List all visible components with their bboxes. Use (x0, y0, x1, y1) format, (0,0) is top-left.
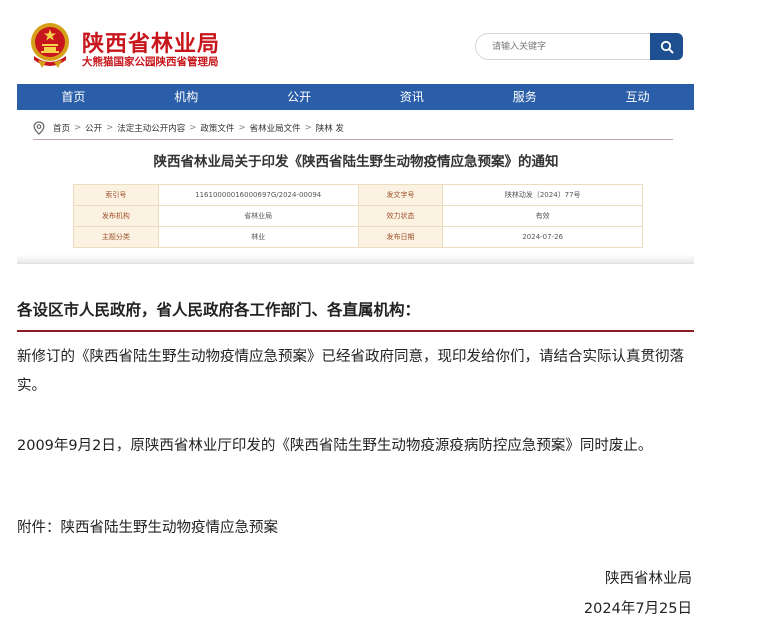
meta-value-doc-number: 陕林动发〔2024〕77号 (442, 184, 643, 206)
breadcrumb-statutory[interactable]: 法定主动公开内容 (117, 122, 185, 134)
search-input[interactable] (475, 33, 650, 60)
document-paragraph: 2009年9月2日，原陕西省林业厅印发的《陕西省陆生野生动物疫源疫病防控应急预案… (17, 438, 653, 454)
table-row: 主题分类 林业 发布日期 2024-07-26 (73, 226, 643, 248)
meta-value-date: 2024-07-26 (442, 226, 643, 248)
nav-item-home[interactable]: 首页 (17, 84, 130, 110)
site-subtitle: 大熊猫国家公园陕西省管理局 (82, 56, 219, 68)
search-icon (660, 40, 673, 53)
panel-divider (17, 254, 694, 264)
meta-value-index: 11610000016000697G/2024-00094 (157, 184, 359, 206)
document-title: 陕西省林业局关于印发《陕西省陆生野生动物疫情应急预案》的通知 (153, 154, 559, 170)
meta-value-status: 有效 (442, 205, 643, 227)
document-meta-table: 索引号 11610000016000697G/2024-00094 发文字号 陕… (73, 184, 643, 248)
document-greeting: 各设区市人民政府，省人民政府各工作部门、各直属机构： (17, 301, 421, 319)
search-box (475, 33, 683, 60)
nav-item-organization[interactable]: 机构 (130, 84, 243, 110)
document-signature: 陕西省林业局 (605, 571, 692, 587)
main-nav: 首页 机构 公开 资讯 服务 互动 (17, 84, 694, 110)
greeting-divider (17, 330, 694, 332)
search-button[interactable] (650, 33, 683, 60)
nav-item-news[interactable]: 资讯 (355, 84, 468, 110)
breadcrumb-policy[interactable]: 政策文件 (200, 122, 234, 134)
meta-value-publisher: 省林业局 (157, 205, 359, 227)
nav-item-public[interactable]: 公开 (243, 84, 356, 110)
breadcrumb-bureau-files[interactable]: 省林业局文件 (250, 122, 301, 134)
meta-key-index: 索引号 (73, 184, 159, 206)
location-pin-icon (33, 120, 45, 135)
document-date: 2024年7月25日 (583, 601, 692, 617)
breadcrumb-home[interactable]: 首页 (53, 122, 70, 134)
breadcrumb-separator: > (189, 122, 197, 133)
table-row: 发布机构 省林业局 效力状态 有效 (73, 205, 643, 227)
meta-key-category: 主题分类 (73, 226, 159, 248)
breadcrumb-separator: > (74, 122, 82, 133)
breadcrumb-separator: > (106, 122, 114, 133)
meta-key-doc-number: 发文字号 (357, 184, 444, 206)
breadcrumb-separator: > (238, 122, 246, 133)
meta-value-category: 林业 (157, 226, 359, 248)
attachment-link[interactable]: 附件：陕西省陆生野生动物疫情应急预案 (17, 514, 697, 543)
document-paragraph: 新修订的《陕西省陆生野生动物疫情应急预案》已经省政府同意，现印发给你们，请结合实… (17, 349, 684, 394)
meta-key-status: 效力状态 (357, 205, 444, 227)
nav-item-service[interactable]: 服务 (468, 84, 581, 110)
breadcrumb-separator: > (304, 122, 312, 133)
national-emblem-icon[interactable] (28, 20, 72, 70)
breadcrumb-current[interactable]: 陕林 发 (316, 122, 344, 134)
meta-key-publisher: 发布机构 (73, 205, 159, 227)
meta-key-date: 发布日期 (357, 226, 444, 248)
breadcrumb: 首页 > 公开 > 法定主动公开内容 > 政策文件 > 省林业局文件 > 陕林 … (33, 116, 673, 140)
table-row: 索引号 11610000016000697G/2024-00094 发文字号 陕… (73, 184, 643, 206)
site-header: 陕西省林业局 大熊猫国家公园陕西省管理局 (0, 0, 778, 82)
breadcrumb-public[interactable]: 公开 (85, 122, 102, 134)
nav-item-interaction[interactable]: 互动 (581, 84, 694, 110)
